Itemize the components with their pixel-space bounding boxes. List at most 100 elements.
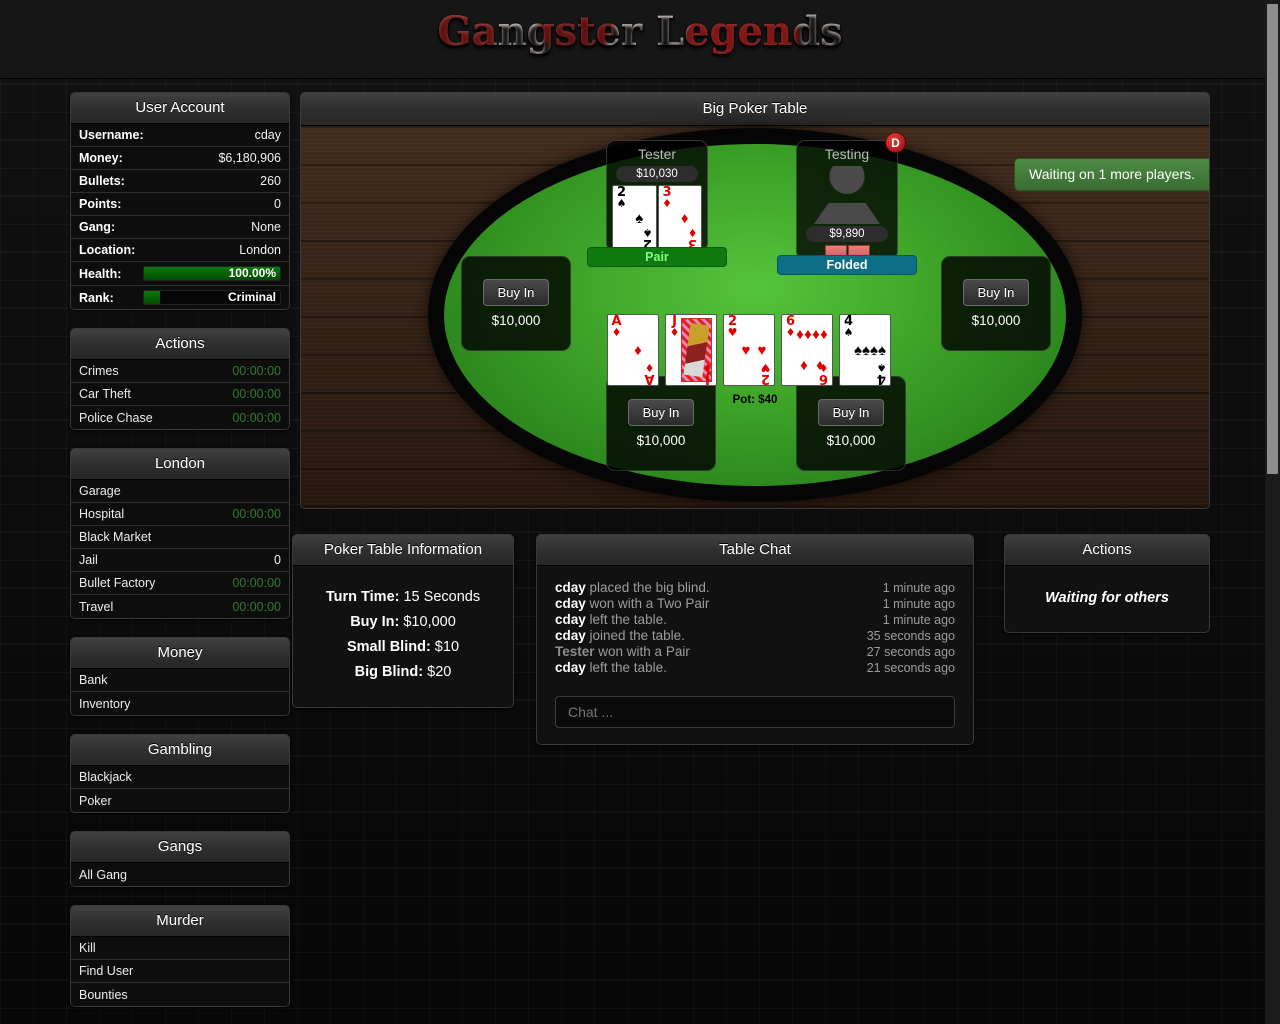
sidebar-item-blackjack[interactable]: Blackjack [71, 766, 289, 789]
panel-gambling: Gambling Blackjack Poker [70, 734, 290, 813]
buy-in-amount: $10,000 [491, 313, 541, 328]
buy-in-button[interactable]: Buy In [482, 279, 550, 306]
rank-bar: Criminal [143, 290, 281, 305]
item-label: Travel [79, 599, 114, 614]
row-key: Username: [79, 128, 144, 142]
item-value: 0 [274, 553, 281, 567]
table-info-label: Small Blind: [346, 639, 431, 655]
row-key: Health: [79, 266, 122, 281]
chat-timestamp: 21 seconds ago [866, 661, 955, 675]
chat-timestamp: 1 minute ago [882, 597, 955, 611]
chat-timestamp: 35 seconds ago [866, 629, 955, 643]
sidebar-item-hospital[interactable]: Hospital 00:00:00 [71, 503, 289, 526]
sidebar: User Account Username: cday Money: $6,180,9… [70, 92, 290, 1024]
sidebar-item-car-theft[interactable]: Car Theft 00:00:00 [71, 383, 289, 406]
chat-message: cday joined the table. 35 seconds ago [555, 628, 955, 643]
row-key: Bullets: [79, 174, 125, 188]
player-status-badge: Folded [777, 255, 917, 275]
row-key: Location: [79, 243, 136, 257]
london-list: Garage Hospital 00:00:00 Black Market Jail 0 B… [71, 480, 289, 618]
poker-table-area: Waiting on 1 more players. Tester $10,03… [301, 126, 1209, 508]
sidebar-item-travel[interactable]: Travel 00:00:00 [71, 595, 289, 618]
item-label: Crimes [79, 364, 119, 378]
sidebar-item-garage[interactable]: Garage [71, 480, 289, 503]
chat-message-list: cday placed the big blind. 1 minute ago cd… [555, 580, 955, 675]
right-actions-panel: Actions Waiting for others [1004, 534, 1210, 633]
gambling-list: Blackjack Poker [71, 766, 289, 812]
player-name: Tester [637, 146, 677, 162]
panel-title-actions: Actions [71, 329, 289, 360]
player-seat-testing[interactable]: D Testing $9,890 Folded [777, 132, 917, 275]
item-label: Inventory [79, 696, 131, 711]
player-avatar-icon [804, 166, 890, 224]
buy-in-button[interactable]: Buy In [962, 279, 1030, 306]
sidebar-item-bullet-factory[interactable]: Bullet Factory 00:00:00 [71, 572, 289, 595]
table-chat-panel: Table Chat cday placed the big blind. 1 m… [536, 534, 974, 745]
top-header-bar: Gangster Legends Gangster Legends [0, 0, 1280, 79]
scrollbar-thumb[interactable] [1267, 4, 1278, 474]
sidebar-item-crimes[interactable]: Crimes 00:00:00 [71, 360, 289, 383]
item-label: Garage [79, 484, 121, 498]
empty-seat-bottom-right[interactable]: Buy In $10,000 [796, 376, 906, 471]
chat-timestamp: 1 minute ago [882, 613, 955, 627]
player-name: Testing [824, 146, 870, 162]
sidebar-item-inventory[interactable]: Inventory [71, 692, 289, 715]
player-seat-tester[interactable]: Tester $10,030 2 ♠ ♠ 2 ♠ 3 ♦ ♦ 3 ♦ Pair [587, 140, 727, 267]
item-label: Bounties [79, 987, 128, 1002]
item-label: Find User [79, 964, 134, 978]
table-info-line: Buy In: $10,000 [299, 614, 507, 630]
sidebar-item-all-gang[interactable]: All Gang [71, 863, 289, 886]
chat-message-text: cday left the table. [555, 660, 667, 675]
panel-actions: Actions Crimes 00:00:00 Car Theft 00:00:00 P… [70, 328, 290, 430]
row-key: Money: [79, 151, 123, 165]
user-account-row: Gang: None [71, 216, 289, 239]
table-info-value: $10,000 [399, 614, 456, 630]
page-scrollbar[interactable] [1265, 0, 1280, 1024]
panel-title-murder: Murder [71, 906, 289, 937]
item-label: Black Market [79, 530, 152, 544]
row-value: None [251, 220, 281, 234]
sidebar-item-jail[interactable]: Jail 0 [71, 549, 289, 572]
table-info-label: Buy In: [350, 614, 400, 630]
row-value: London [239, 243, 281, 257]
buy-in-amount: $10,000 [826, 433, 876, 448]
empty-seat-left[interactable]: Buy In $10,000 [461, 256, 571, 351]
chat-message-text: Tester won with a Pair [555, 644, 690, 659]
user-account-rank-row: Rank: Criminal [71, 286, 289, 309]
sidebar-item-poker[interactable]: Poker [71, 789, 289, 812]
item-value: 00:00:00 [232, 364, 281, 378]
item-value: 00:00:00 [232, 599, 281, 614]
chat-message-text: cday joined the table. [555, 628, 685, 643]
user-account-row: Money: $6,180,906 [71, 147, 289, 170]
row-value: $6,180,906 [218, 151, 281, 165]
table-info-label: Big Blind: [354, 664, 424, 680]
item-label: Police Chase [79, 410, 153, 425]
chat-timestamp: 1 minute ago [882, 581, 955, 595]
chat-username: cday [555, 580, 586, 595]
playing-card-6♦: 6 ♦ ♦ ♦ ♦ ♦ ♦ ♦ 6 ♦ [781, 314, 833, 386]
rank-value: Criminal [227, 290, 276, 304]
murder-list: Kill Find User Bounties [71, 937, 289, 1006]
sidebar-item-bounties[interactable]: Bounties [71, 983, 289, 1006]
sidebar-item-black-market[interactable]: Black Market [71, 526, 289, 549]
user-account-row: Location: London [71, 239, 289, 262]
player-status-badge: Pair [587, 247, 727, 267]
sidebar-item-bank[interactable]: Bank [71, 669, 289, 692]
item-value: 00:00:00 [232, 576, 281, 590]
panel-title-table-chat: Table Chat [537, 535, 973, 566]
playing-card-3♦: 3 ♦ ♦ 3 ♦ [657, 185, 702, 251]
row-value: 260 [260, 174, 281, 188]
empty-seat-bottom-left[interactable]: Buy In $10,000 [606, 376, 716, 471]
item-label: Blackjack [79, 770, 132, 784]
sidebar-item-find-user[interactable]: Find User [71, 960, 289, 983]
player-hole-cards: 2 ♠ ♠ 2 ♠ 3 ♦ ♦ 3 ♦ [612, 185, 702, 251]
playing-card-2♥: 2 ♥ ♥ ♥ 2 ♥ [723, 314, 775, 386]
row-key: Points: [79, 197, 122, 211]
chat-username: cday [555, 612, 586, 627]
panel-user-account: User Account Username: cday Money: $6,180,9… [70, 92, 290, 310]
chat-input[interactable] [555, 696, 955, 728]
item-label: Bullet Factory [79, 576, 156, 590]
sidebar-item-kill[interactable]: Kill [71, 937, 289, 960]
empty-seat-right[interactable]: Buy In $10,000 [941, 256, 1051, 351]
sidebar-item-police-chase[interactable]: Police Chase 00:00:00 [71, 406, 289, 429]
